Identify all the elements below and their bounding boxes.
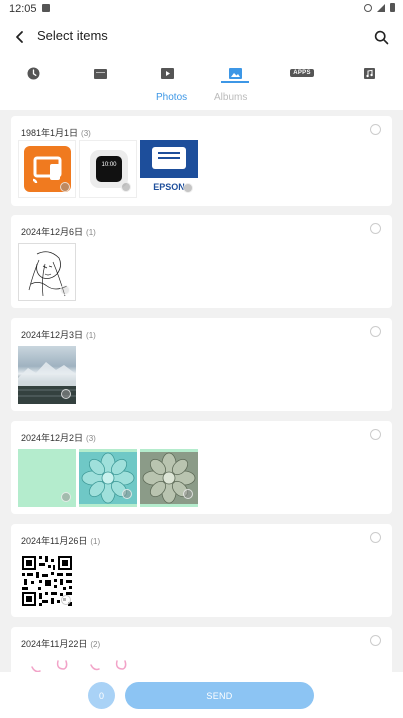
tab-recent[interactable]: [18, 61, 48, 85]
video-icon: [160, 67, 174, 79]
music-icon: [363, 67, 375, 79]
group-select-checkbox[interactable]: [370, 429, 381, 440]
photo-thumbnail[interactable]: [18, 449, 76, 507]
photo-thumbnail[interactable]: [140, 449, 198, 507]
image-icon: [228, 67, 242, 79]
photo-thumbnail[interactable]: 10:00: [79, 140, 137, 198]
group-date: 2024年11月22日 (2): [21, 639, 101, 649]
signal-icon: [377, 3, 385, 12]
photo-select-indicator[interactable]: [61, 389, 71, 399]
tab-photos[interactable]: Photos: [156, 92, 187, 103]
status-icons: [364, 3, 395, 12]
group-select-checkbox[interactable]: [370, 635, 381, 646]
date-group: 2024年12月6日 (1): [11, 215, 392, 308]
group-date: 2024年12月2日 (3): [21, 433, 96, 443]
active-tab-indicator: [221, 81, 249, 83]
clock-icon: [27, 67, 39, 79]
tab-apps[interactable]: APPS: [287, 61, 317, 85]
photo-select-indicator[interactable]: [61, 492, 71, 502]
photo-select-indicator[interactable]: [60, 285, 70, 295]
status-bar: 12:05: [0, 0, 403, 17]
status-time: 12:05: [9, 3, 37, 15]
dnd-icon: [364, 3, 372, 12]
group-select-checkbox[interactable]: [370, 223, 381, 234]
tab-videos[interactable]: [152, 61, 182, 85]
photo-select-indicator[interactable]: [122, 489, 132, 499]
folder-icon: [93, 68, 107, 79]
battery-icon: [390, 3, 395, 12]
photo-select-indicator[interactable]: [61, 595, 71, 605]
top-bar: Select items APPS Photos Albums: [0, 17, 403, 110]
photo-list[interactable]: 1981年1月1日 (3) 10:00 EPSON 2024年12月6日 (1)…: [0, 110, 403, 710]
group-date: 2024年11月26日 (1): [21, 536, 101, 546]
photo-select-indicator[interactable]: [183, 489, 193, 499]
photo-thumbnail[interactable]: EPSON: [140, 140, 198, 198]
subtabs: Photos Albums: [0, 90, 403, 108]
photo-select-indicator[interactable]: [183, 183, 193, 193]
selected-count-badge[interactable]: 0: [88, 682, 115, 709]
search-button[interactable]: [369, 25, 393, 49]
tab-albums[interactable]: Albums: [214, 92, 247, 103]
date-group: 2024年12月2日 (3): [11, 421, 392, 514]
search-icon: [374, 30, 388, 44]
photo-thumbnail[interactable]: [18, 243, 76, 301]
back-arrow-icon: [16, 31, 23, 43]
page-title: Select items: [37, 28, 108, 43]
back-button[interactable]: [8, 25, 32, 49]
photo-thumbnail[interactable]: [18, 552, 76, 610]
tab-files[interactable]: [85, 61, 115, 85]
photo-select-indicator[interactable]: [121, 182, 131, 192]
group-select-checkbox[interactable]: [370, 326, 381, 337]
bottom-action-bar: 0 SEND: [0, 672, 403, 718]
group-select-checkbox[interactable]: [370, 124, 381, 135]
photo-thumbnail[interactable]: [18, 346, 76, 404]
date-group: 1981年1月1日 (3) 10:00 EPSON: [11, 116, 392, 206]
photo-thumbnail[interactable]: [18, 140, 76, 198]
group-date: 2024年12月6日 (1): [21, 227, 96, 237]
tab-music[interactable]: [354, 61, 384, 85]
watch-time-text: 10:00: [96, 156, 122, 182]
category-tabs: APPS: [0, 61, 403, 85]
send-button[interactable]: SEND: [125, 682, 314, 709]
date-group: 2024年12月3日 (1): [11, 318, 392, 411]
photo-thumbnail[interactable]: [79, 449, 137, 507]
photo-select-indicator[interactable]: [60, 182, 70, 192]
group-date: 2024年12月3日 (1): [21, 330, 96, 340]
notification-icon: [42, 4, 50, 12]
date-group: 2024年11月26日 (1): [11, 524, 392, 617]
group-select-checkbox[interactable]: [370, 532, 381, 543]
group-date: 1981年1月1日 (3): [21, 128, 91, 138]
apps-icon: APPS: [290, 69, 314, 77]
